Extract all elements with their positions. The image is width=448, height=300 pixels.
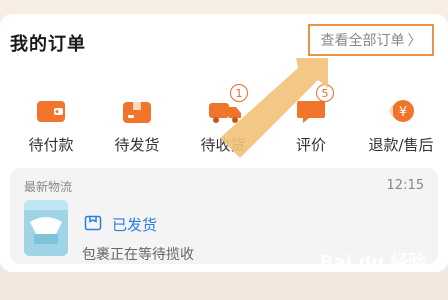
wallet-icon [36, 98, 66, 124]
truck-icon [208, 98, 241, 124]
chevron-right-icon: 〉 [407, 33, 422, 49]
order-label: 待收货 [200, 136, 246, 154]
shipping-description: 包裹正在等待揽收 [82, 247, 194, 263]
product-thumbnail[interactable] [24, 200, 68, 256]
logistics-time: 12:15 [386, 178, 424, 193]
order-status-row: 待付款 待发货 1 待收货 5 评价 ¥ 退款/售后 [0, 84, 448, 160]
package-icon [122, 98, 152, 124]
logistics-title: 最新物流 [24, 180, 73, 194]
comment-icon [296, 98, 326, 124]
order-label: 评价 [295, 136, 326, 154]
order-label: 待付款 [28, 136, 74, 154]
badge: 1 [230, 84, 248, 102]
shipped-box-icon [84, 214, 102, 232]
svg-text:¥: ¥ [399, 105, 407, 120]
orders-card: 我的订单 查看全部订单 〉 待付款 待发货 1 待收货 5 评价 ¥ 退款/售后… [0, 14, 448, 272]
shipping-status: 已发货 [112, 216, 158, 234]
badge: 5 [316, 84, 334, 102]
view-all-orders-button[interactable]: 查看全部订单 〉 [308, 24, 434, 56]
orders-title: 我的订单 [10, 34, 86, 55]
order-label: 待发货 [114, 136, 160, 154]
watermark: Bai du 经验 [320, 252, 427, 273]
order-label: 退款/售后 [368, 136, 434, 154]
refund-icon: ¥ [386, 98, 416, 124]
view-all-label: 查看全部订单 [320, 33, 405, 49]
